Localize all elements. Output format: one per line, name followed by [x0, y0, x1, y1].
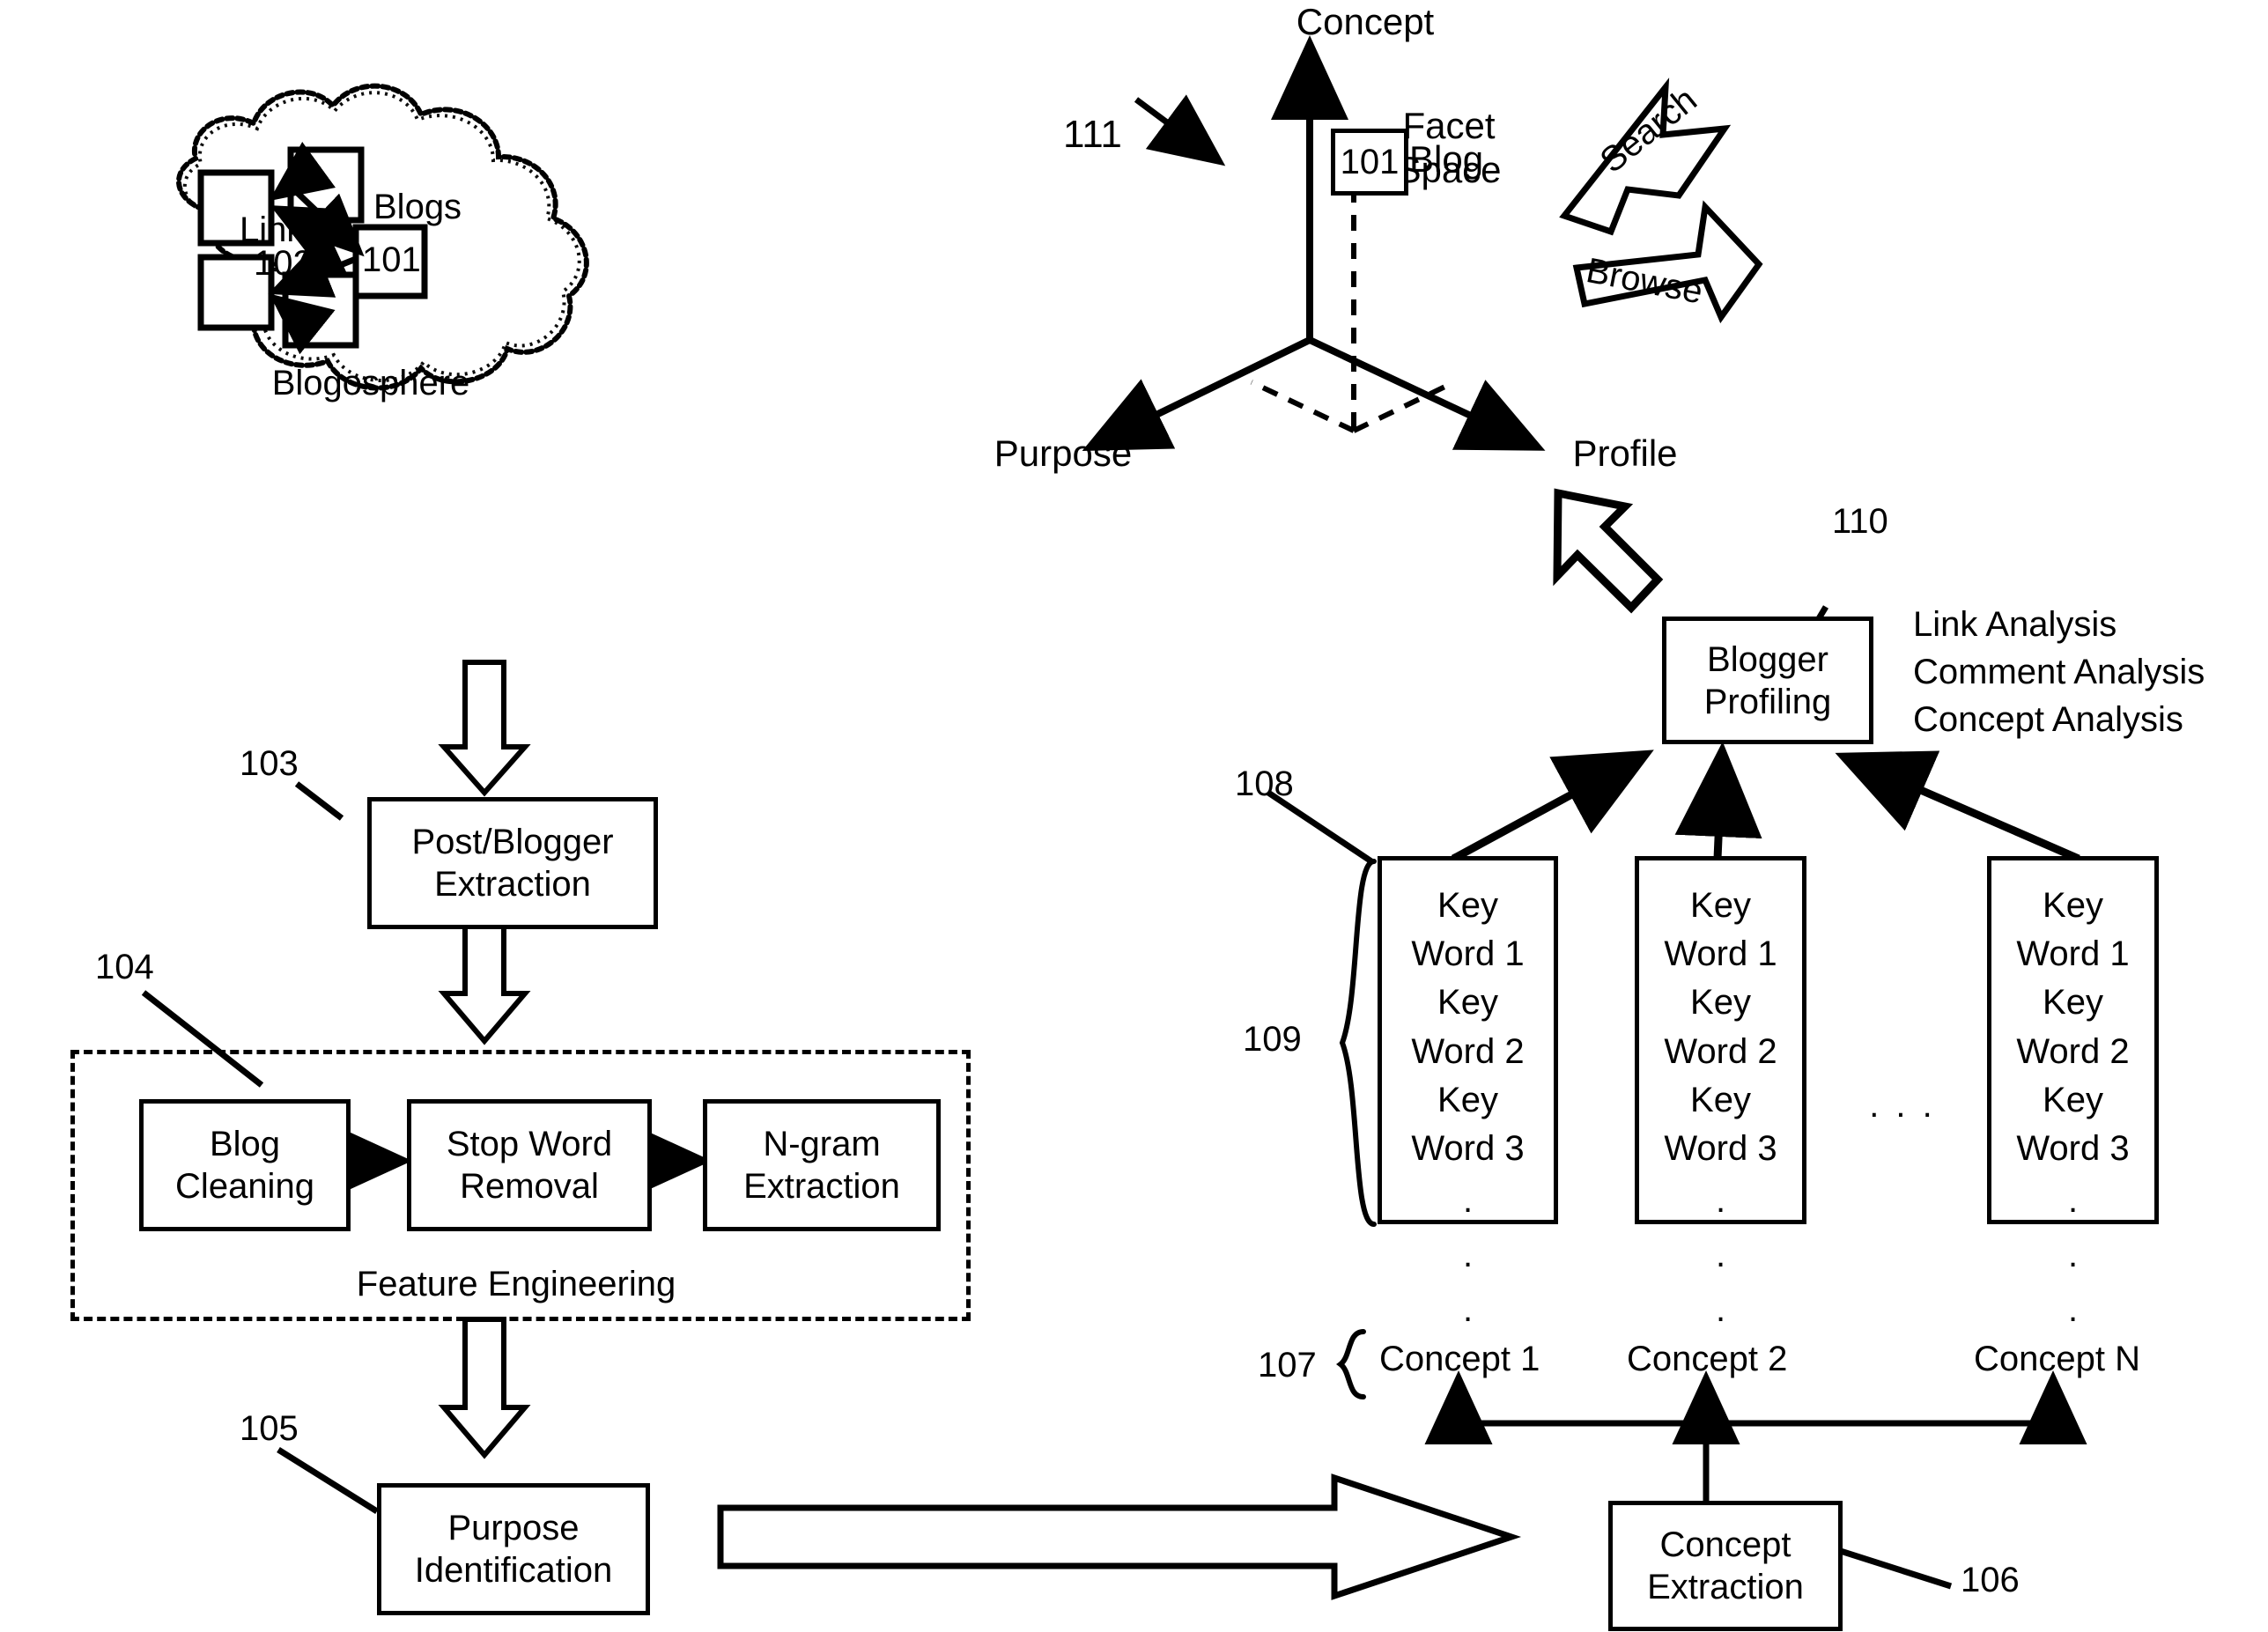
concept-label-2: Concept 2 — [1627, 1340, 1788, 1378]
search-action-label[interactable]: Search — [1592, 79, 1705, 181]
kw1-l8: . — [1462, 1290, 1474, 1330]
stop-word-removal-line2: Removal — [460, 1167, 599, 1206]
kw2-l8: . — [1715, 1290, 1726, 1330]
kw2-l0: Key — [1690, 886, 1751, 925]
ref-number-105: 105 — [240, 1409, 299, 1448]
kwn-l3: Word 2 — [2016, 1031, 2130, 1071]
ref-number-111: 111 — [1063, 113, 1122, 156]
blog-cleaning-line1: Blog — [209, 1125, 281, 1163]
post-blogger-extraction-line2: Extraction — [434, 865, 591, 904]
facet-space-point-ref: 101 — [1340, 143, 1400, 181]
ref-number-106: 106 — [1961, 1561, 2020, 1599]
kw1-l6: . — [1462, 1181, 1474, 1221]
kwn-l2: Key — [2043, 983, 2103, 1023]
facet-space-blog-point[interactable]: 101 — [1331, 129, 1408, 196]
flow-arrow-extraction-to-feature — [438, 913, 531, 1045]
brace-109 — [1339, 859, 1377, 1227]
kw1-l1: Word 1 — [1411, 934, 1525, 974]
kwn-l5: Word 3 — [2016, 1128, 2130, 1168]
axis-label-concept: Concept — [1296, 1, 1435, 42]
leader-111 — [1134, 94, 1226, 166]
kw2-l7: . — [1715, 1236, 1726, 1275]
blogger-profiling-line2: Profiling — [1703, 682, 1832, 721]
brace-107 — [1336, 1329, 1366, 1399]
blog-cleaning-box[interactable]: Blog Cleaning — [139, 1099, 351, 1231]
link-analysis-label: Link Analysis — [1913, 605, 2117, 644]
ref-number-108: 108 — [1235, 764, 1294, 803]
kwn-l1: Word 1 — [2016, 934, 2130, 974]
axis-label-profile: Profile — [1572, 432, 1678, 474]
kw2-l5: Word 3 — [1664, 1128, 1777, 1168]
keyword-column-2[interactable]: Key Word 1 Key Word 2 Key Word 3 . . . — [1635, 856, 1806, 1329]
blog-cleaning-line2: Cleaning — [175, 1167, 314, 1206]
comment-analysis-label: Comment Analysis — [1913, 653, 2205, 691]
diagram-vector-layer — [141, 35, 2087, 1600]
kwn-l0: Key — [2043, 886, 2103, 925]
purpose-identification-line2: Identification — [414, 1551, 613, 1590]
post-blogger-extraction-box[interactable]: Post/Blogger Extraction — [367, 797, 658, 929]
blogosphere-caption: Blogosphere — [271, 364, 470, 402]
kw2-l2: Key — [1690, 983, 1751, 1023]
keyword-columns-ellipsis: . . . — [1869, 1086, 1936, 1125]
ref-number-103: 103 — [240, 744, 299, 783]
concept-arrows — [1424, 1370, 2087, 1444]
kw1-l2: Key — [1437, 983, 1498, 1023]
ref-number-109: 109 — [1243, 1020, 1302, 1059]
ngram-extraction-line1: N-gram — [763, 1125, 881, 1163]
post-blogger-extraction-line1: Post/Blogger — [411, 823, 614, 861]
kw2-l1: Word 1 — [1664, 934, 1777, 974]
kwn-l6: . — [2067, 1181, 2079, 1221]
flow-arrow-blogosphere-to-extraction — [438, 660, 531, 797]
ref-number-107: 107 — [1258, 1346, 1317, 1385]
feature-engineering-caption: Feature Engineering — [356, 1265, 676, 1303]
blogger-profiling-line1: Blogger — [1707, 639, 1828, 679]
facet-space-point-label: Blog — [1409, 138, 1484, 180]
figure-canvas: Blogs Links 102 101 Blogosphere 103 Post… — [0, 0, 2268, 1632]
facet-space-projection — [1250, 187, 1456, 433]
concept-label-n: Concept N — [1974, 1340, 2140, 1378]
browse-action-label[interactable]: Browse — [1583, 250, 1706, 314]
concept-distribution-lines — [1459, 1420, 2053, 1501]
cloud-label-blogs: Blogs — [373, 188, 462, 226]
kw1-l3: Word 2 — [1411, 1031, 1525, 1071]
purpose-identification-line1: Purpose — [447, 1509, 580, 1547]
links-ref-number: 102 — [254, 244, 313, 283]
kw1-l0: Key — [1437, 886, 1498, 925]
ref-number-104: 104 — [95, 948, 154, 986]
keyword-to-profiling-arrows — [1451, 742, 2080, 863]
keyword-column-1[interactable]: Key Word 1 Key Word 2 Key Word 3 . . . — [1378, 856, 1558, 1329]
keyword-column-n[interactable]: Key Word 1 Key Word 2 Key Word 3 . . . — [1987, 856, 2159, 1329]
concept-extraction-line2: Extraction — [1647, 1568, 1804, 1606]
stop-word-removal-line1: Stop Word — [446, 1125, 613, 1163]
concept-analysis-label: Concept Analysis — [1913, 700, 2183, 739]
blog-101-ref-number: 101 — [362, 240, 421, 279]
concept-label-1: Concept 1 — [1379, 1340, 1540, 1378]
ref-number-110: 110 — [1832, 502, 1888, 541]
kw2-l6: . — [1715, 1181, 1726, 1221]
concept-extraction-line1: Concept — [1659, 1525, 1791, 1564]
kw1-l4: Key — [1437, 1080, 1498, 1119]
concept-extraction-box[interactable]: Concept Extraction — [1608, 1501, 1843, 1631]
profiling-to-facetspace-arrow — [1553, 488, 1664, 614]
purpose-identification-box[interactable]: Purpose Identification — [377, 1483, 650, 1615]
kwn-l7: . — [2067, 1236, 2079, 1275]
kw1-l7: . — [1462, 1236, 1474, 1275]
stop-word-removal-box[interactable]: Stop Word Removal — [407, 1099, 652, 1231]
kw1-l5: Word 3 — [1411, 1128, 1525, 1168]
kw2-l4: Key — [1690, 1080, 1751, 1119]
ngram-extraction-box[interactable]: N-gram Extraction — [703, 1099, 941, 1231]
axis-label-purpose: Purpose — [994, 432, 1133, 474]
ngram-extraction-line2: Extraction — [743, 1167, 900, 1206]
blogger-profiling-box[interactable]: Blogger Profiling — [1662, 617, 1873, 744]
big-transfer-arrow — [717, 1473, 1522, 1600]
kw2-l3: Word 2 — [1664, 1031, 1777, 1071]
flow-arrow-feature-to-purpose — [438, 1317, 531, 1459]
kwn-l8: . — [2067, 1290, 2079, 1330]
kwn-l4: Key — [2043, 1080, 2103, 1119]
